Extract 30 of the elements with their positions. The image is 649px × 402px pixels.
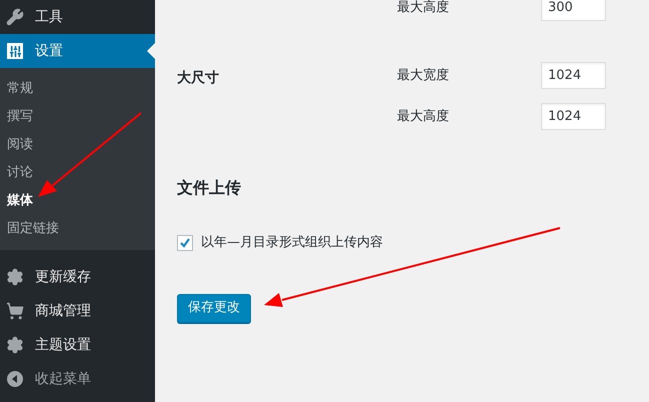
submenu-item[interactable]: 撰写 — [0, 103, 155, 131]
menu-item[interactable]: 更新缓存 — [0, 260, 155, 294]
field-label: 最大高度 — [397, 108, 450, 126]
wrench-icon — [6, 8, 24, 26]
field-label: 最大宽度 — [397, 66, 450, 85]
menu-item[interactable]: 设置 — [0, 34, 155, 68]
collapse-icon — [7, 371, 23, 387]
input-field[interactable]: 1024 — [541, 62, 606, 89]
submenu-item[interactable]: 媒体 — [0, 187, 155, 215]
checkbox-label: 以年—月目录形式组织上传内容 — [201, 234, 383, 252]
sliders-icon — [7, 43, 23, 59]
section-heading: 文件上传 — [177, 177, 242, 199]
checkbox[interactable] — [177, 234, 193, 251]
cart-icon — [6, 302, 24, 320]
current-indicator — [147, 43, 155, 59]
menu-item[interactable]: 主题设置 — [0, 328, 155, 362]
gear-icon — [6, 268, 24, 286]
menu-item[interactable]: 商城管理 — [0, 294, 155, 328]
menu-item[interactable]: 收起菜单 — [0, 362, 155, 396]
submenu-item[interactable]: 阅读 — [0, 131, 155, 159]
menu-item[interactable]: 工具 — [0, 0, 155, 34]
submenu-item[interactable]: 常规 — [0, 75, 155, 103]
gear-icon — [6, 336, 24, 354]
submenu-item[interactable]: 讨论 — [0, 159, 155, 187]
input-field[interactable]: 1024 — [541, 103, 606, 130]
field-label: 最大高度 — [397, 0, 450, 17]
input-field[interactable]: 300 — [541, 0, 606, 21]
submenu-item[interactable]: 固定链接 — [0, 215, 155, 243]
save-button[interactable]: 保存更改 — [177, 294, 251, 322]
section-label: 大尺寸 — [177, 70, 219, 86]
